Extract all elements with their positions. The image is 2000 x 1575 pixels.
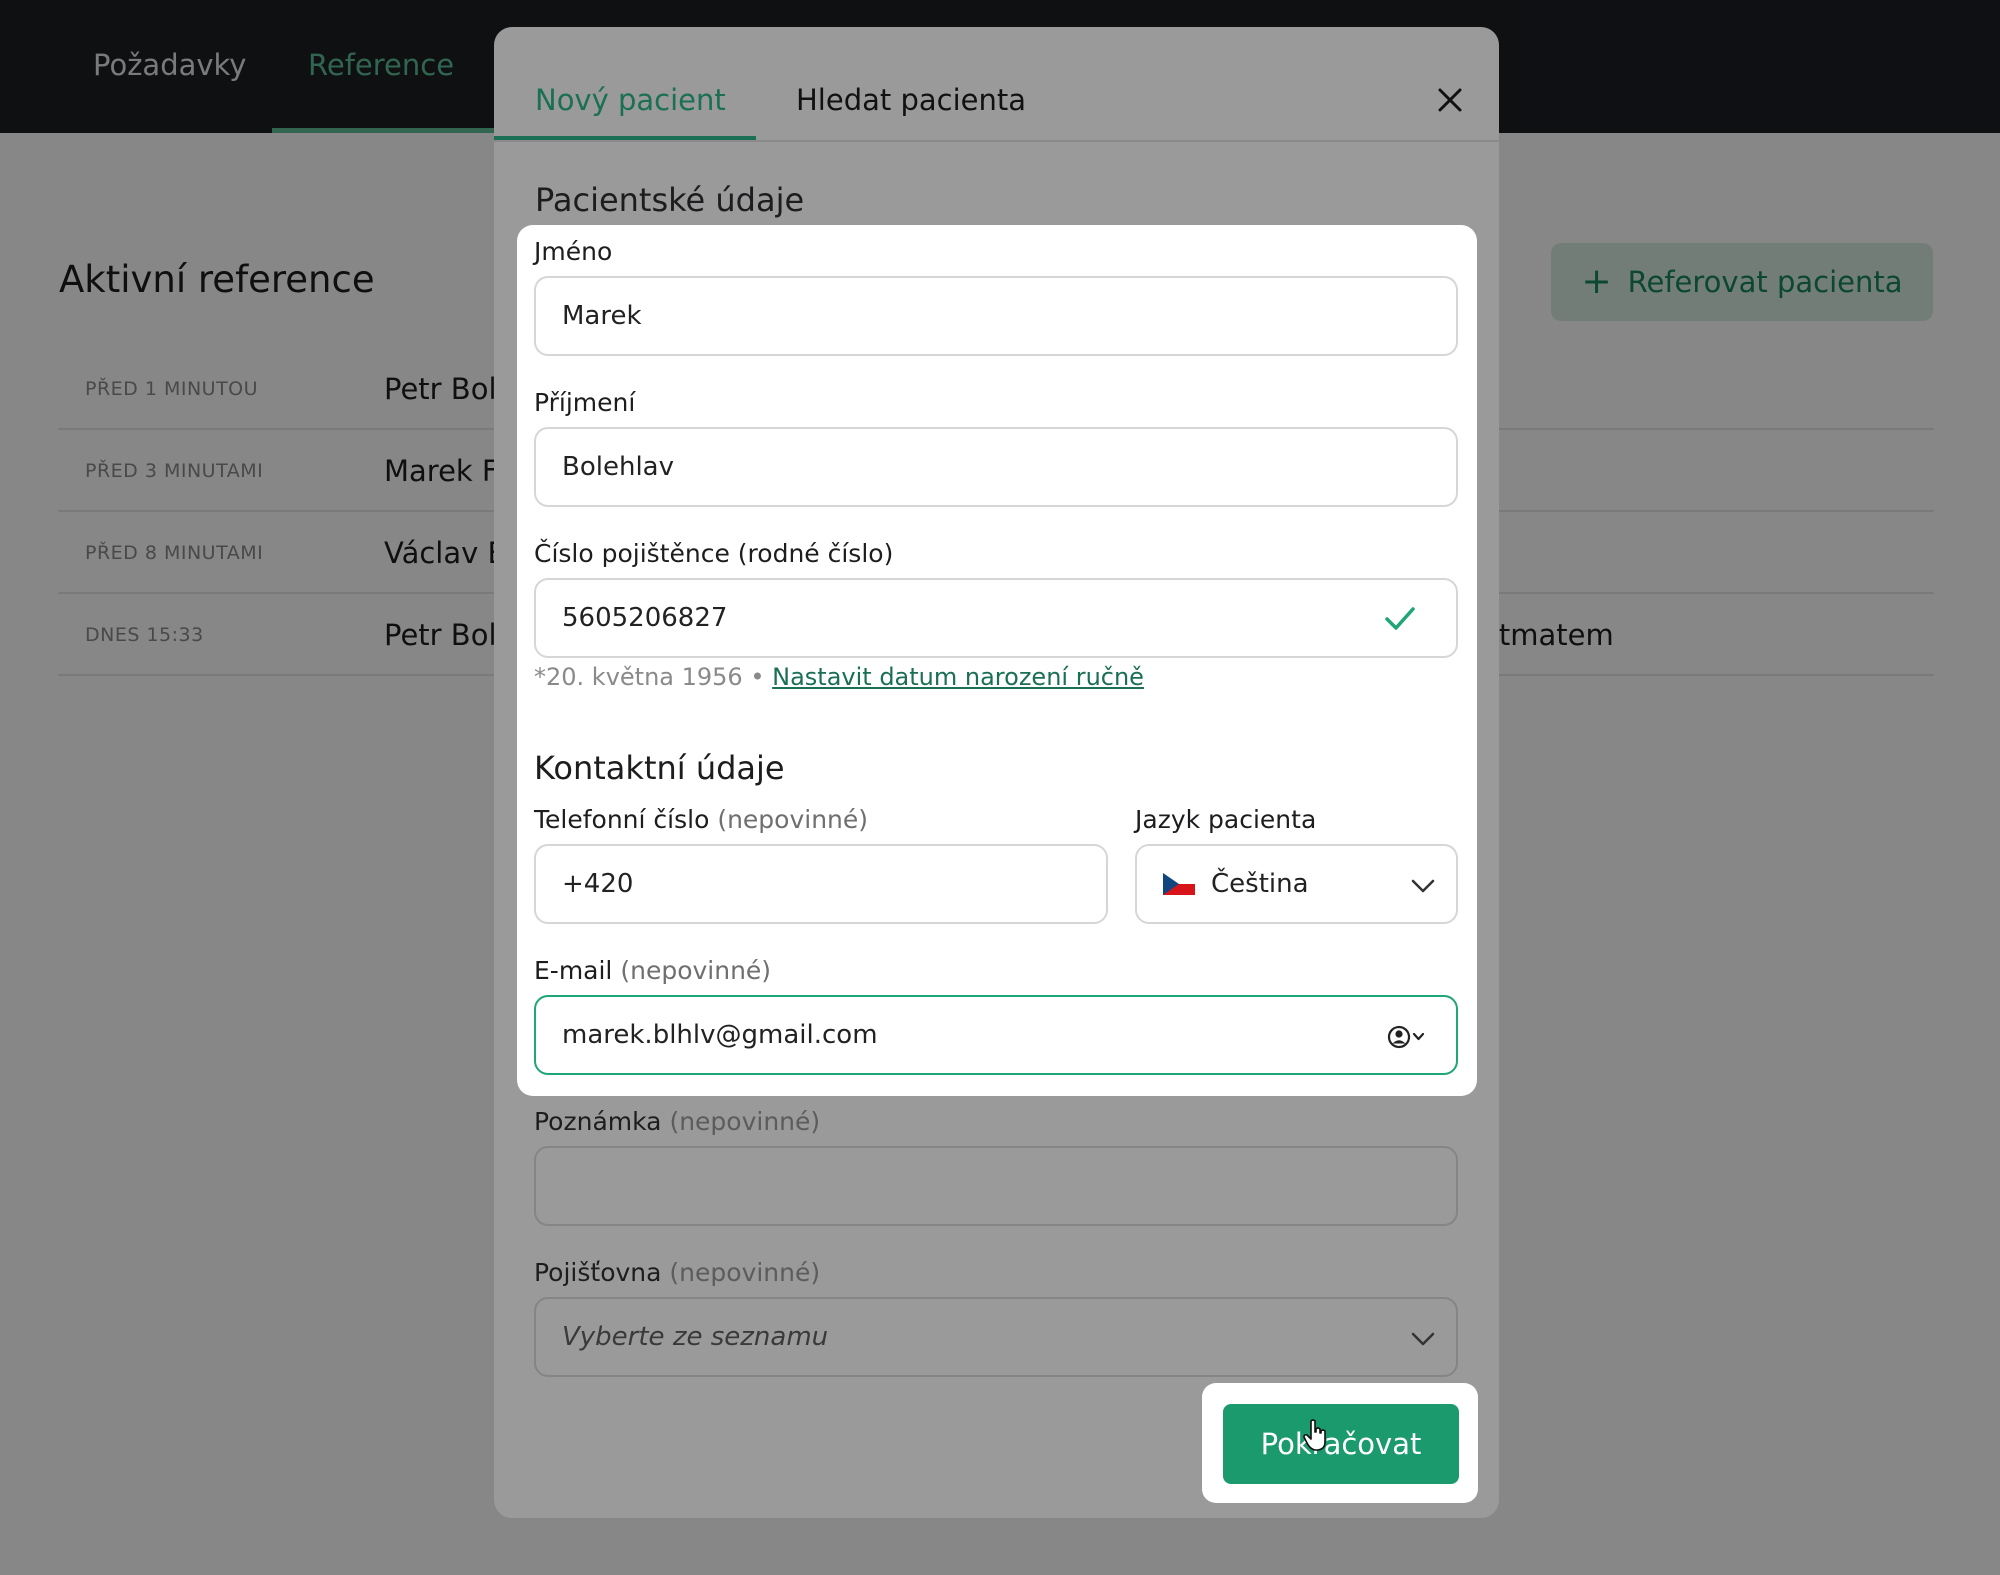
email-input[interactable]: marek.blhlv@gmail.com bbox=[534, 995, 1458, 1075]
email-optional-tag: (nepovinné) bbox=[620, 956, 772, 985]
checkmark-icon bbox=[1385, 607, 1415, 630]
note-label: Poznámka (nepovinné) bbox=[534, 1107, 820, 1136]
phone-optional-tag: (nepovinné) bbox=[717, 805, 869, 834]
patient-section-title: Pacientské údaje bbox=[535, 181, 805, 219]
tab-active-indicator bbox=[494, 136, 756, 140]
insurer-label-text: Pojišťovna bbox=[534, 1258, 662, 1287]
last-name-input[interactable]: Bolehlav bbox=[534, 427, 1458, 507]
note-label-text: Poznámka bbox=[534, 1107, 662, 1136]
close-icon[interactable] bbox=[1437, 87, 1463, 113]
email-label-text: E-mail bbox=[534, 956, 613, 985]
insurance-number-input[interactable]: 5605206827 bbox=[534, 578, 1458, 658]
phone-label-text: Telefonní číslo bbox=[534, 805, 710, 834]
first-name-input[interactable]: Marek bbox=[534, 276, 1458, 356]
insurer-select[interactable]: Vyberte ze seznamu bbox=[534, 1297, 1458, 1377]
last-name-label: Příjmení bbox=[534, 388, 636, 417]
insurance-number-label: Číslo pojištěnce (rodné číslo) bbox=[534, 539, 894, 568]
autofill-contact-icon[interactable] bbox=[1386, 1024, 1428, 1050]
tab-divider bbox=[494, 140, 1499, 142]
phone-value: +420 bbox=[562, 869, 634, 899]
hand-cursor-icon bbox=[1303, 1419, 1326, 1451]
set-birth-date-manually-link[interactable]: Nastavit datum narození ručně bbox=[772, 663, 1144, 691]
chevron-down-icon bbox=[1411, 1332, 1435, 1346]
last-name-value: Bolehlav bbox=[562, 452, 674, 482]
birth-date-text: *20. května 1956 • bbox=[534, 663, 765, 691]
contact-section-title: Kontaktní údaje bbox=[534, 749, 785, 787]
continue-button[interactable]: Pokračovat bbox=[1223, 1404, 1459, 1484]
czech-flag-icon bbox=[1163, 873, 1195, 895]
chevron-down-icon bbox=[1411, 879, 1435, 893]
email-value: marek.blhlv@gmail.com bbox=[562, 1020, 878, 1050]
birth-date-hint: *20. května 1956 • Nastavit datum naroze… bbox=[534, 663, 1144, 691]
language-label: Jazyk pacienta bbox=[1135, 805, 1317, 834]
tab-new-patient[interactable]: Nový pacient bbox=[535, 83, 726, 117]
language-value: Čeština bbox=[1211, 869, 1309, 899]
language-select[interactable]: Čeština bbox=[1135, 844, 1458, 924]
email-label: E-mail (nepovinné) bbox=[534, 956, 771, 985]
insurer-placeholder: Vyberte ze seznamu bbox=[562, 1322, 829, 1352]
tab-search-patient[interactable]: Hledat pacienta bbox=[796, 83, 1026, 117]
first-name-value: Marek bbox=[562, 301, 642, 331]
insurer-label: Pojišťovna (nepovinné) bbox=[534, 1258, 820, 1287]
phone-input[interactable]: +420 bbox=[534, 844, 1108, 924]
phone-label: Telefonní číslo (nepovinné) bbox=[534, 805, 868, 834]
insurance-number-value: 5605206827 bbox=[562, 603, 728, 633]
first-name-label: Jméno bbox=[534, 237, 613, 266]
insurer-optional-tag: (nepovinné) bbox=[669, 1258, 821, 1287]
note-optional-tag: (nepovinné) bbox=[669, 1107, 821, 1136]
note-input[interactable] bbox=[534, 1146, 1458, 1226]
